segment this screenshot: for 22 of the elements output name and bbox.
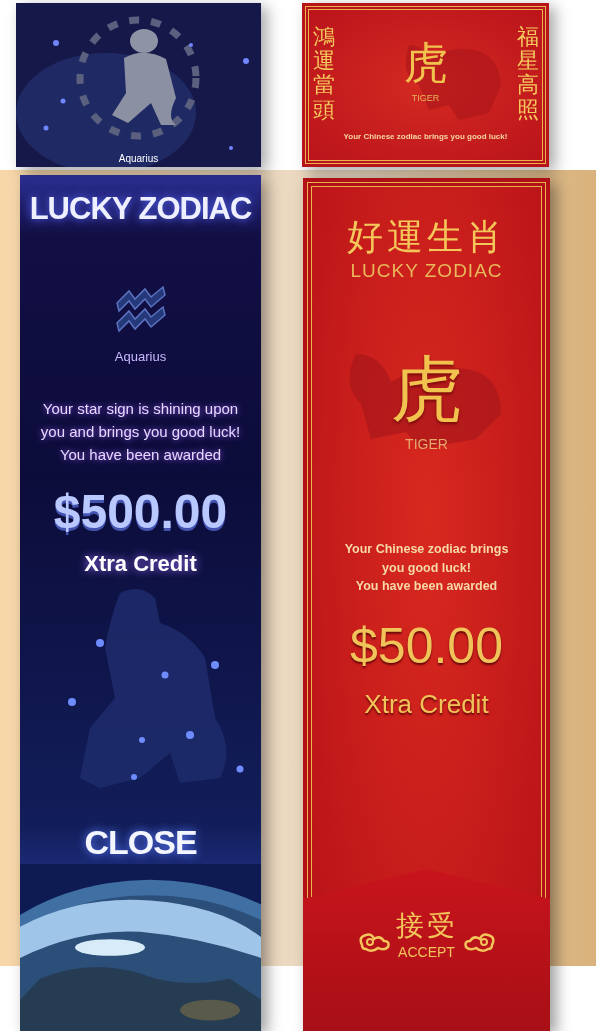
credit-label: Xtra Credit [84, 550, 197, 578]
cloud-icon [463, 931, 496, 953]
sign-label: Aquarius [114, 349, 167, 365]
zodiac-character: 虎 [403, 36, 448, 90]
popup-title: LUCKY ZODIAC [350, 259, 503, 283]
animal-label: TIGER [405, 435, 448, 454]
message-text: Your star sign is shining upon you and brings you good luck! You have been awarded [40, 399, 241, 465]
cloud-icon [357, 931, 390, 953]
award-amount: $50.00 [350, 616, 503, 676]
message-text: Your Chinese zodiac brings you good luck! [343, 131, 508, 141]
couplet-text: 福星高照 [516, 25, 539, 122]
popup-title: LUCKY ZODIAC [29, 190, 252, 228]
zodiac-character: 虎 [390, 346, 463, 433]
message-text: Your Chinese zodiac brings you good luck! You have been awarded [344, 541, 509, 595]
close-button[interactable]: CLOSE [80, 820, 201, 864]
credit-label: Xtra Credit [364, 687, 489, 720]
animal-label: TIGER [411, 93, 440, 103]
sign-label: Aquarius [118, 153, 159, 164]
award-amount: $500.00 [53, 484, 228, 540]
accept-button[interactable]: 接受 ACCEPT [303, 869, 550, 1031]
couplet-text: 鴻運當頭 [312, 25, 335, 122]
popup-title-chinese: 好運生肖 [346, 215, 507, 259]
